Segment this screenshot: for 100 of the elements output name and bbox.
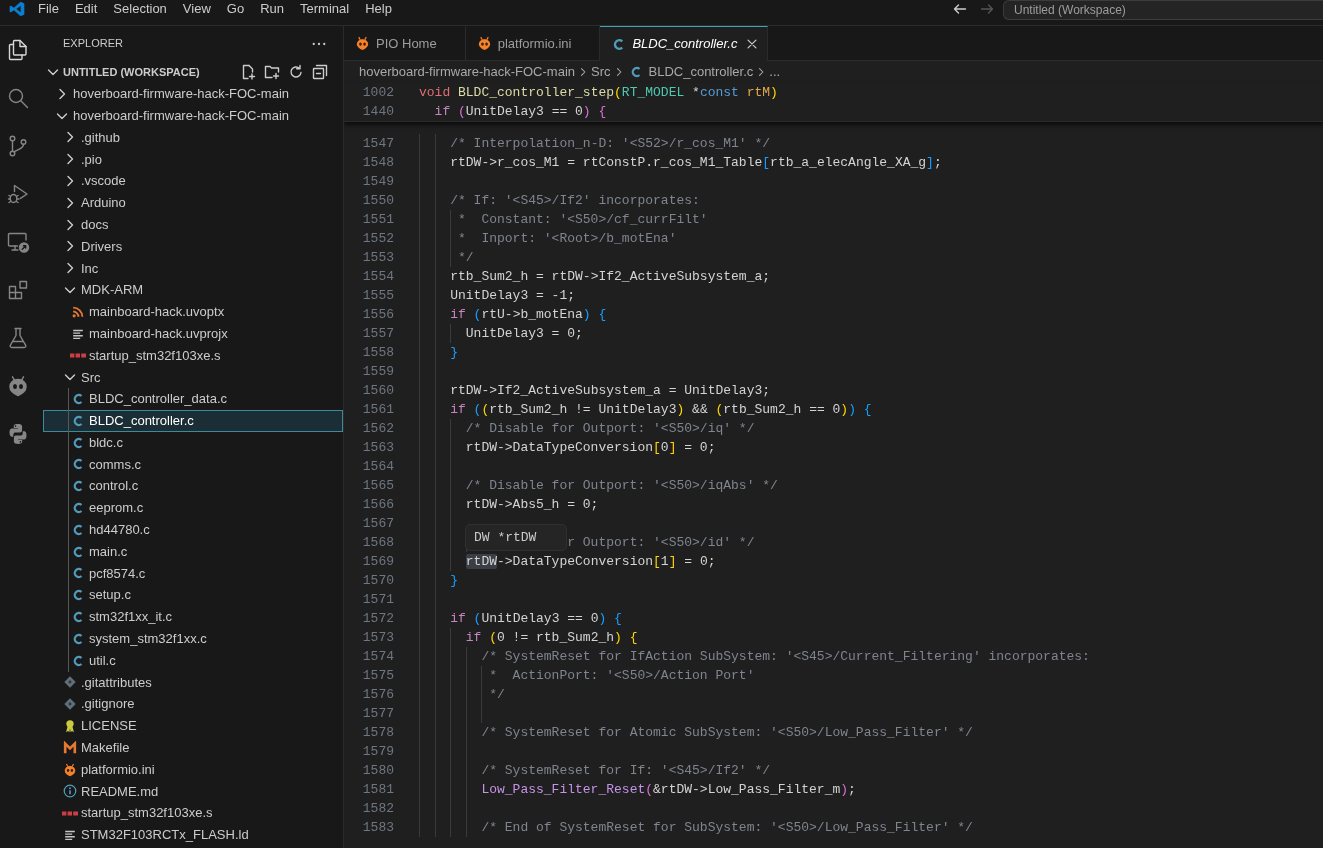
line-number: 1583 [361,818,394,837]
diamond-icon [63,675,77,690]
menu-item[interactable]: Terminal [292,0,358,17]
section-header[interactable]: UNTITLED (WORKSPACE) [45,63,200,81]
tree-item[interactable]: BLDC_controller_data.c [43,388,343,410]
tree-item[interactable]: util.c [43,649,343,672]
tree-item[interactable]: Src [43,366,343,389]
files-icon[interactable] [6,38,30,62]
breadcrumb-item[interactable]: hoverboard-firmware-hack-FOC-main [359,62,575,82]
editor-tab[interactable]: platformio.ini [465,26,601,61]
tree-item[interactable]: system_stm32f1xx.c [43,627,343,650]
tree-item[interactable]: .github [43,126,343,149]
tree-item[interactable]: .pio [43,148,343,171]
tree-item[interactable]: control.c [43,475,343,498]
line-number: 1559 [361,362,394,381]
tree-item[interactable]: Drivers [43,235,343,258]
c-file-icon [71,544,85,559]
tree-item[interactable]: .gitignore [43,693,343,716]
menu-item[interactable]: Help [357,0,400,17]
menu-item[interactable]: File [30,0,67,17]
collapse-all-icon[interactable] [312,64,328,80]
line-number: 1573 [361,628,394,647]
tree-item[interactable]: startup_stm32f103xe.s [43,344,343,367]
more-icon[interactable] [312,41,326,46]
line-number: 1551 [361,210,394,229]
menu-item[interactable]: Run [252,0,292,17]
code-line: if (0 != rtb_Sum2_h) { [465,628,638,647]
refresh-icon[interactable] [288,64,304,80]
code-line: r Outport: '<S50>/id' */ [567,533,755,552]
tree-item[interactable]: README.md [43,780,343,803]
remote-explorer-icon[interactable] [6,230,30,254]
code-line: /* SystemReset for IfAction SubSystem: '<S45>/Current_Filtering' incorporates: [481,647,1090,666]
tree-item[interactable]: .gitattributes [43,671,343,694]
tree-item[interactable]: setup.c [43,584,343,607]
code-line: /* Disable for Outport: '<S50>/iq' */ [465,419,755,438]
tree-item[interactable]: stm32f1xx_it.c [43,606,343,628]
line-number: 1547 [361,134,394,153]
alien-icon [355,36,370,51]
menu-item[interactable]: Go [218,0,253,17]
assembly-file-icon [70,352,86,358]
diamond-icon [63,697,77,712]
alien-icon[interactable] [6,374,30,398]
code-line: if (rtU->b_motEna) { [450,305,607,324]
code-line: /* SystemReset for If: '<S45>/If2' */ [481,761,771,780]
tree-item[interactable]: Makefile [43,736,343,759]
tree-item[interactable]: hd44780.c [43,518,343,541]
command-center[interactable]: Untitled (Workspace) [1003,0,1323,20]
line-number: 1571 [361,590,394,609]
tree-item[interactable]: pcf8574.c [43,562,343,585]
new-file-icon[interactable] [240,64,256,80]
tree-item[interactable]: mainboard-hack.uvprojx [43,322,343,345]
tree-item[interactable]: hoverboard-firmware-hack-FOC-main [43,83,343,105]
breadcrumb-item[interactable]: BLDC_controller.c [626,62,754,82]
line-number: 1565 [361,476,394,495]
tree-item[interactable]: .vscode [43,170,343,192]
code-line: rtDW->Abs5_h = 0; [465,495,599,514]
line-number: 1567 [361,514,394,533]
line-number: 1568 [361,533,394,552]
tree-item[interactable]: bldc.c [43,431,343,454]
code-line: rtDW->DataTypeConversion[0] = 0; [465,438,716,457]
run-debug-icon[interactable] [6,182,30,206]
tree-item[interactable]: eeprom.c [43,497,343,519]
tree-item[interactable]: comms.c [43,453,343,476]
code-line: rtDW->r_cos_M1 = rtConstP.r_cos_M1_Table[rtb_a_elecAngle_XA_g]; [450,153,942,172]
tree-item[interactable]: mainboard-hack.uvoptx [43,300,343,323]
line-number: 1561 [361,400,394,419]
tree-item[interactable]: startup_stm32f103xe.s [43,802,343,825]
menu-item[interactable]: View [174,0,219,17]
code-line: */ [458,248,474,267]
tree-item[interactable]: platformio.ini [43,758,343,781]
line-number: 1554 [361,267,394,286]
breadcrumb-item[interactable]: Src [591,62,611,82]
line-number: 1440 [361,103,394,121]
extensions-icon[interactable] [6,278,30,302]
breadcrumb-item[interactable]: ... [769,62,781,82]
code-line: if (UnitDelay3 == 0) { [434,103,607,121]
menu-item[interactable]: Selection [105,0,175,17]
tree-item[interactable]: hoverboard-firmware-hack-FOC-main [43,104,343,127]
menu-item[interactable]: Edit [66,0,106,17]
code-line: rtDW->If2_ActiveSubsystem_a = UnitDelay3; [450,381,771,400]
new-folder-icon[interactable] [264,64,280,80]
line-number: 1548 [361,153,394,172]
editor-tab[interactable]: BLDC_controller.c [600,26,769,61]
line-number: 1574 [361,647,394,666]
tree-item[interactable]: LICENSE [43,715,343,737]
tree-item[interactable]: docs [43,213,343,236]
c-file-icon [71,631,85,646]
c-file-icon [71,457,85,472]
search-icon[interactable] [6,86,30,110]
sidebar-title: EXPLORER [63,36,123,52]
code-line: } [450,343,458,362]
tree-item[interactable]: Arduino [43,192,343,214]
code-line: rtb_Sum2_h = rtDW->If2_ActiveSubsystem_a; [450,267,771,286]
tree-item[interactable]: BLDC_controller.c [43,409,343,432]
tree-item[interactable]: STM32F103RCTx_FLASH.ld [43,824,343,846]
tree-item[interactable]: main.c [43,540,343,563]
tree-item[interactable]: MDK-ARM [43,279,343,301]
editor-tab[interactable]: PIO Home [344,26,466,61]
tree-item[interactable]: Inc [43,257,343,280]
makefile-icon [63,740,77,755]
